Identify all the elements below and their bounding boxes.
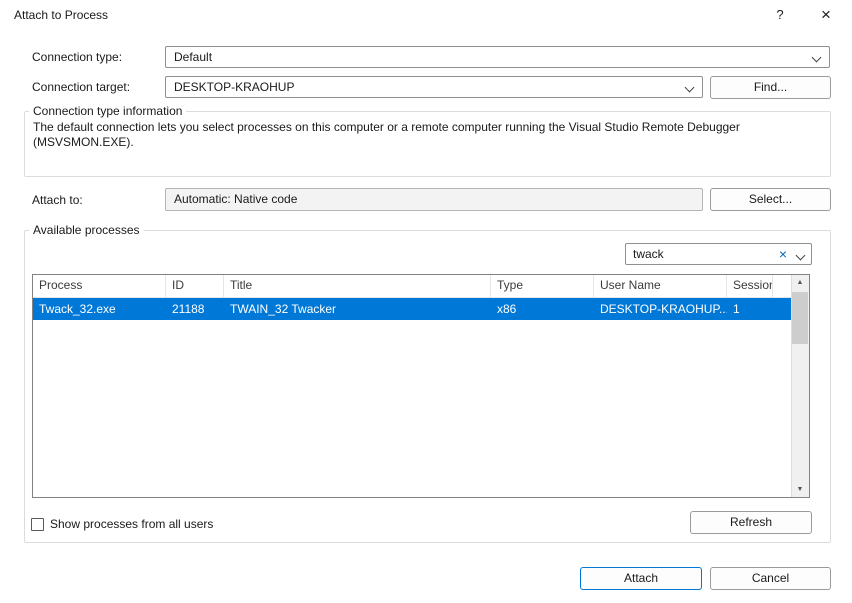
connection-type-dropdown[interactable]: Default <box>165 46 830 68</box>
connection-target-value: DESKTOP-KRAOHUP <box>174 77 294 97</box>
close-icon[interactable]: × <box>806 0 846 30</box>
scrollbar-thumb[interactable] <box>792 292 808 344</box>
cell-filler <box>773 298 791 320</box>
chevron-down-icon <box>685 83 695 93</box>
column-header-type[interactable]: Type <box>491 275 594 297</box>
column-header-title[interactable]: Title <box>224 275 491 297</box>
attach-to-field: Automatic: Native code <box>165 188 703 211</box>
title-bar: Attach to Process ? × <box>0 0 852 30</box>
process-search-input[interactable] <box>626 247 773 261</box>
show-all-users-checkbox[interactable] <box>31 518 44 531</box>
cell-type: x86 <box>491 298 594 320</box>
select-button[interactable]: Select... <box>710 188 831 211</box>
table-header-row: Process ID Title Type User Name Session <box>33 275 791 298</box>
cell-process: Twack_32.exe <box>33 298 166 320</box>
connection-target-label: Connection target: <box>32 76 130 98</box>
column-header-user-name[interactable]: User Name <box>594 275 727 297</box>
chevron-down-icon <box>796 251 806 261</box>
cell-user-name: DESKTOP-KRAOHUP... <box>594 298 727 320</box>
attach-to-label: Attach to: <box>32 189 83 211</box>
connection-info-group-label: Connection type information <box>29 104 186 118</box>
cell-session: 1 <box>727 298 773 320</box>
cell-id: 21188 <box>166 298 224 320</box>
attach-button[interactable]: Attach <box>580 567 702 590</box>
connection-info-group: Connection type information The default … <box>24 104 831 177</box>
vertical-scrollbar[interactable]: ▲ ▼ <box>791 275 809 497</box>
process-table: Process ID Title Type User Name Session … <box>32 274 810 498</box>
search-dropdown-button[interactable] <box>793 244 811 264</box>
process-search-box[interactable]: × <box>625 243 812 265</box>
cancel-button[interactable]: Cancel <box>710 567 831 590</box>
cell-title: TWAIN_32 Twacker <box>224 298 491 320</box>
column-header-session[interactable]: Session <box>727 275 773 297</box>
column-header-filler <box>773 275 791 297</box>
help-icon[interactable]: ? <box>760 0 800 30</box>
clear-search-icon[interactable]: × <box>773 244 793 264</box>
available-processes-group-label: Available processes <box>29 223 144 237</box>
scroll-up-icon[interactable]: ▲ <box>792 279 808 286</box>
table-row[interactable]: Twack_32.exe 21188 TWAIN_32 Twacker x86 … <box>33 298 791 320</box>
find-button[interactable]: Find... <box>710 76 831 99</box>
chevron-down-icon <box>812 53 822 63</box>
column-header-process[interactable]: Process <box>33 275 166 297</box>
connection-target-dropdown[interactable]: DESKTOP-KRAOHUP <box>165 76 703 98</box>
column-header-id[interactable]: ID <box>166 275 224 297</box>
show-all-users-label[interactable]: Show processes from all users <box>50 516 213 532</box>
connection-info-text: The default connection lets you select p… <box>33 120 775 150</box>
attach-to-value: Automatic: Native code <box>174 189 297 210</box>
connection-type-value: Default <box>174 47 212 67</box>
refresh-button[interactable]: Refresh <box>690 511 812 534</box>
dialog-title: Attach to Process <box>14 0 108 30</box>
connection-type-label: Connection type: <box>32 46 122 68</box>
table-empty-area <box>33 320 791 497</box>
scroll-down-icon[interactable]: ▼ <box>792 486 808 493</box>
